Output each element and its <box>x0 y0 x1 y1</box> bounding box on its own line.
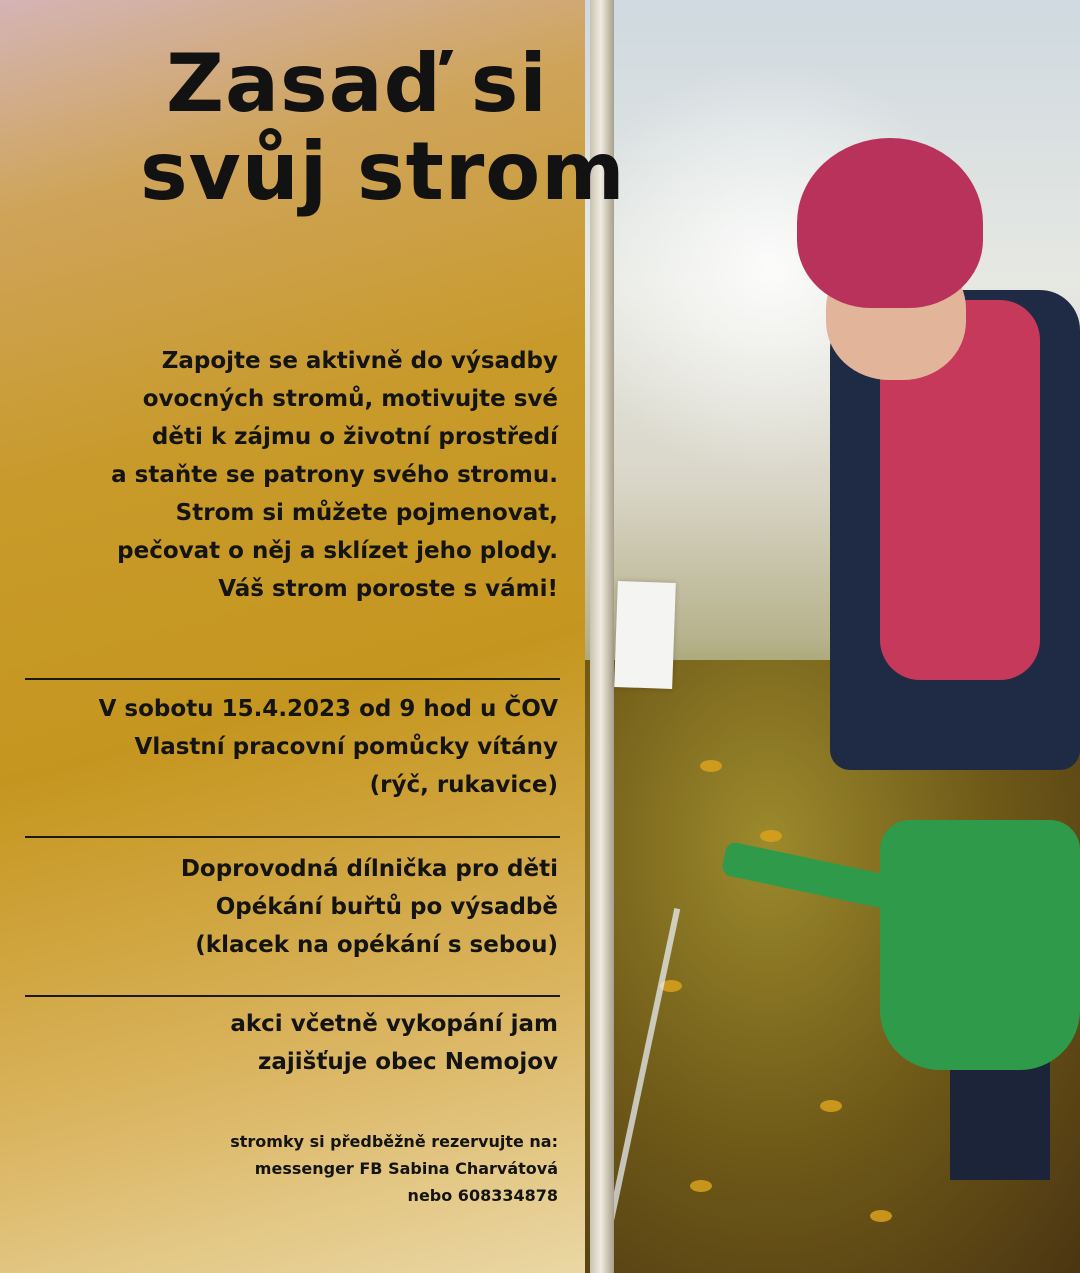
extras-details: Doprovodná dílnička pro děti Opékání buř… <box>181 850 558 964</box>
leaf <box>690 1180 712 1192</box>
intro-line: Váš strom poroste s vámi! <box>218 576 558 602</box>
intro-line: ovocných stromů, motivujte své <box>142 386 558 412</box>
intro-line: Zapojte se aktivně do výsadby <box>161 348 558 374</box>
organizer-line: zajišťuje obec Nemojov <box>257 1049 558 1075</box>
intro-line: Strom si můžete pojmenovat, <box>175 500 558 526</box>
leaf <box>870 1210 892 1222</box>
title-line-2: svůj strom <box>140 125 626 218</box>
intro-line: a staňte se patrony svého stromu. <box>111 462 558 488</box>
intro-paragraph: Zapojte se aktivně do výsadby ovocných s… <box>111 342 558 608</box>
intro-line: pečovat o něj a sklízet jeho plody. <box>117 538 558 564</box>
reservation-contact-line: messenger FB Sabina Charvátová <box>254 1159 558 1178</box>
leaf <box>700 760 722 772</box>
event-details: V sobotu 15.4.2023 od 9 hod u ČOV Vlastn… <box>99 690 558 804</box>
divider <box>25 995 560 997</box>
divider <box>25 836 560 838</box>
extras-line: Opékání buřtů po výsadbě <box>215 894 558 920</box>
title-line-1: Zasaď si <box>166 37 548 130</box>
organizer-note: akci včetně vykopání jam zajišťuje obec … <box>230 1005 558 1081</box>
intro-line: děti k zájmu o životní prostředí <box>151 424 558 450</box>
sapling-tag <box>614 581 676 689</box>
watering-can-icon <box>880 820 1080 1070</box>
leaf <box>760 830 782 842</box>
reservation-phone-line: nebo 608334878 <box>407 1186 558 1205</box>
event-date-line: V sobotu 15.4.2023 od 9 hod u ČOV <box>98 696 558 722</box>
organizer-line: akci včetně vykopání jam <box>230 1011 558 1037</box>
event-line: Vlastní pracovní pomůcky vítány <box>134 734 558 760</box>
poster-title: Zasaď si svůj strom <box>140 40 820 216</box>
poster: Zasaď si svůj strom Zapojte se aktivně d… <box>0 0 1080 1273</box>
child-hat <box>797 138 983 308</box>
event-line: (rýč, rukavice) <box>369 772 558 798</box>
reservation-line: stromky si předběžně rezervujte na: <box>230 1132 558 1151</box>
leaf <box>820 1100 842 1112</box>
reservation-info: stromky si předběžně rezervujte na: mess… <box>230 1128 558 1209</box>
divider <box>25 678 560 680</box>
extras-line: Doprovodná dílnička pro děti <box>180 856 558 882</box>
extras-line: (klacek na opékání s sebou) <box>195 932 558 958</box>
